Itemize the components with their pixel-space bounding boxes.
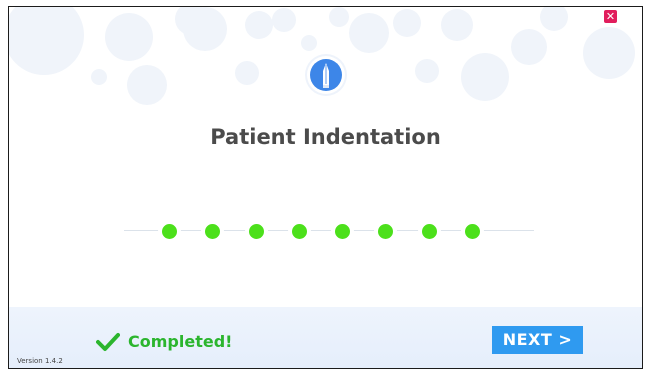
progress-steps [124, 224, 534, 239]
version-label: Version 1.4.2 [17, 357, 63, 365]
app-logo [307, 56, 345, 94]
progress-step [465, 224, 480, 239]
footer-bar: Completed! NEXT > Version 1.4.2 [9, 307, 642, 368]
close-icon: ✕ [605, 10, 616, 23]
next-button[interactable]: NEXT > [492, 326, 583, 354]
progress-step [335, 224, 350, 239]
checkmark-icon [96, 333, 120, 351]
close-button[interactable]: ✕ [604, 10, 617, 23]
progress-step [249, 224, 264, 239]
progress-step [292, 224, 307, 239]
progress-step [162, 224, 177, 239]
progress-step [378, 224, 393, 239]
app-window: ✕ Patient Indentation Completed! NEXT > … [8, 6, 643, 369]
progress-step [422, 224, 437, 239]
status-text: Completed! [128, 332, 233, 351]
page-title: Patient Indentation [210, 125, 441, 149]
pen-tip-icon [310, 59, 342, 91]
progress-step [205, 224, 220, 239]
